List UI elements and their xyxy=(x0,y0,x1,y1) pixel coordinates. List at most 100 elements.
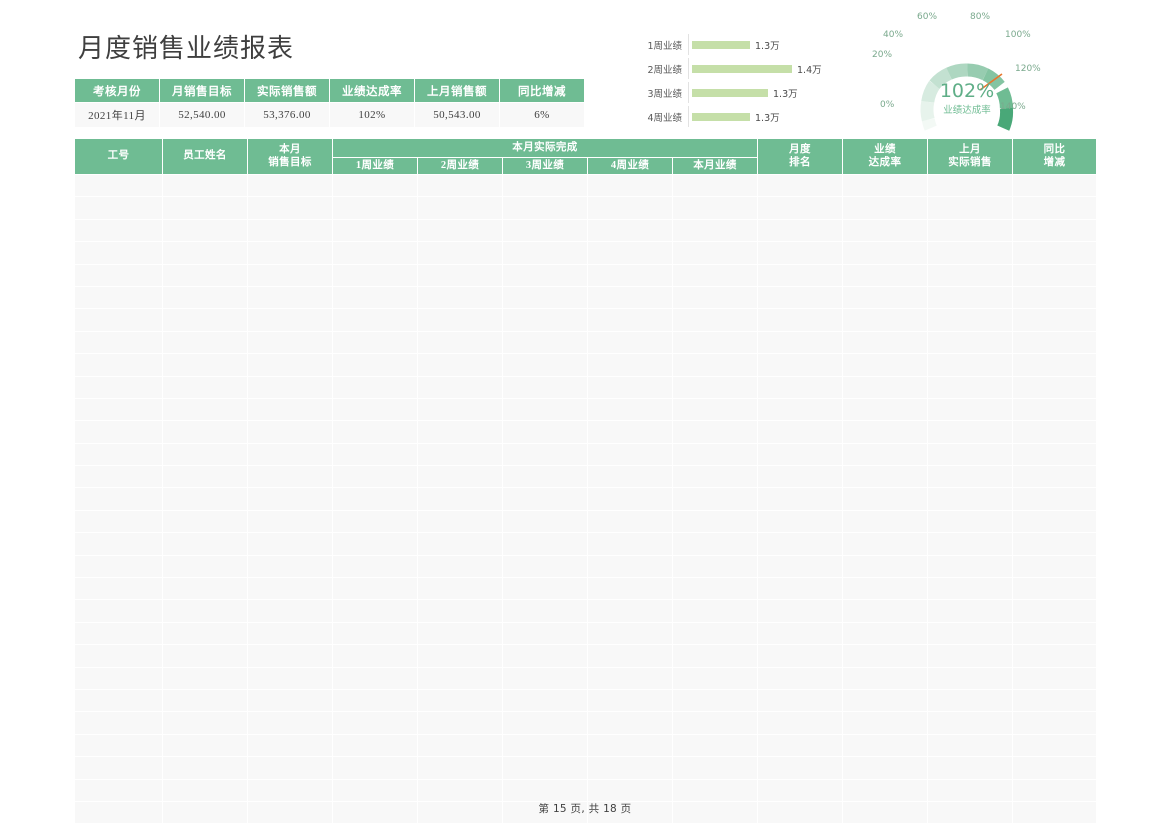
table-cell[interactable] xyxy=(502,196,588,220)
table-cell[interactable] xyxy=(672,778,758,802)
table-cell[interactable] xyxy=(927,420,1013,444)
table-cell[interactable] xyxy=(162,308,248,332)
table-cell[interactable] xyxy=(587,666,673,690)
table-cell[interactable] xyxy=(1012,173,1097,198)
table-cell[interactable] xyxy=(417,420,503,444)
table-cell[interactable] xyxy=(927,644,1013,668)
table-cell[interactable] xyxy=(162,688,248,713)
table-cell[interactable] xyxy=(247,599,333,623)
table-cell[interactable] xyxy=(74,218,163,243)
table-cell[interactable] xyxy=(247,509,333,534)
table-row[interactable] xyxy=(74,577,1097,601)
table-cell[interactable] xyxy=(672,375,758,399)
table-cell[interactable] xyxy=(757,666,843,690)
table-cell[interactable] xyxy=(757,621,843,646)
table-cell[interactable] xyxy=(247,756,333,780)
table-row[interactable] xyxy=(74,756,1097,780)
table-cell[interactable] xyxy=(502,173,588,198)
table-cell[interactable] xyxy=(672,285,758,310)
table-cell[interactable] xyxy=(332,509,418,534)
table-row[interactable] xyxy=(74,465,1097,489)
table-cell[interactable] xyxy=(672,644,758,668)
table-row[interactable] xyxy=(74,733,1097,758)
table-cell[interactable] xyxy=(74,554,163,579)
table-cell[interactable] xyxy=(162,711,248,735)
table-cell[interactable] xyxy=(587,711,673,735)
table-cell[interactable] xyxy=(74,285,163,310)
table-cell[interactable] xyxy=(672,487,758,511)
table-cell[interactable] xyxy=(162,173,248,198)
table-cell[interactable] xyxy=(74,733,163,758)
table-row[interactable] xyxy=(74,621,1097,646)
table-cell[interactable] xyxy=(587,308,673,332)
table-cell[interactable] xyxy=(162,420,248,444)
table-cell[interactable] xyxy=(1012,196,1097,220)
table-cell[interactable] xyxy=(74,644,163,668)
table-cell[interactable] xyxy=(672,330,758,355)
table-cell[interactable] xyxy=(502,532,588,556)
table-cell[interactable] xyxy=(74,308,163,332)
table-cell[interactable] xyxy=(417,465,503,489)
table-cell[interactable] xyxy=(1012,733,1097,758)
table-cell[interactable] xyxy=(74,465,163,489)
table-cell[interactable] xyxy=(842,509,928,534)
table-cell[interactable] xyxy=(502,375,588,399)
table-cell[interactable] xyxy=(927,285,1013,310)
table-cell[interactable] xyxy=(247,241,333,265)
table-cell[interactable] xyxy=(587,285,673,310)
table-cell[interactable] xyxy=(587,465,673,489)
table-cell[interactable] xyxy=(842,688,928,713)
table-cell[interactable] xyxy=(417,375,503,399)
table-cell[interactable] xyxy=(842,465,928,489)
table-cell[interactable] xyxy=(1012,644,1097,668)
table-cell[interactable] xyxy=(417,733,503,758)
table-cell[interactable] xyxy=(74,442,163,467)
table-cell[interactable] xyxy=(1012,218,1097,243)
table-row[interactable] xyxy=(74,688,1097,713)
table-cell[interactable] xyxy=(927,218,1013,243)
table-cell[interactable] xyxy=(417,353,503,377)
table-cell[interactable] xyxy=(162,599,248,623)
table-cell[interactable] xyxy=(587,756,673,780)
table-cell[interactable] xyxy=(842,196,928,220)
table-cell[interactable] xyxy=(502,621,588,646)
table-cell[interactable] xyxy=(1012,442,1097,467)
table-cell[interactable] xyxy=(502,711,588,735)
table-cell[interactable] xyxy=(247,308,333,332)
table-cell[interactable] xyxy=(587,397,673,422)
table-cell[interactable] xyxy=(1012,711,1097,735)
table-cell[interactable] xyxy=(927,666,1013,690)
table-cell[interactable] xyxy=(74,375,163,399)
table-cell[interactable] xyxy=(757,688,843,713)
table-cell[interactable] xyxy=(587,173,673,198)
table-cell[interactable] xyxy=(502,554,588,579)
table-cell[interactable] xyxy=(332,241,418,265)
table-cell[interactable] xyxy=(417,173,503,198)
table-cell[interactable] xyxy=(842,353,928,377)
table-cell[interactable] xyxy=(927,733,1013,758)
table-row[interactable] xyxy=(74,218,1097,243)
table-row[interactable] xyxy=(74,599,1097,623)
table-cell[interactable] xyxy=(74,330,163,355)
table-cell[interactable] xyxy=(927,711,1013,735)
table-cell[interactable] xyxy=(502,263,588,287)
table-cell[interactable] xyxy=(74,420,163,444)
table-cell[interactable] xyxy=(587,577,673,601)
table-cell[interactable] xyxy=(587,733,673,758)
table-cell[interactable] xyxy=(842,599,928,623)
table-cell[interactable] xyxy=(502,353,588,377)
table-cell[interactable] xyxy=(1012,688,1097,713)
table-cell[interactable] xyxy=(332,599,418,623)
table-cell[interactable] xyxy=(587,420,673,444)
table-cell[interactable] xyxy=(162,465,248,489)
table-cell[interactable] xyxy=(1012,308,1097,332)
table-cell[interactable] xyxy=(587,688,673,713)
table-cell[interactable] xyxy=(757,465,843,489)
table-cell[interactable] xyxy=(417,688,503,713)
table-cell[interactable] xyxy=(417,509,503,534)
table-cell[interactable] xyxy=(842,554,928,579)
table-cell[interactable] xyxy=(672,196,758,220)
table-cell[interactable] xyxy=(502,285,588,310)
table-cell[interactable] xyxy=(247,196,333,220)
table-cell[interactable] xyxy=(927,308,1013,332)
